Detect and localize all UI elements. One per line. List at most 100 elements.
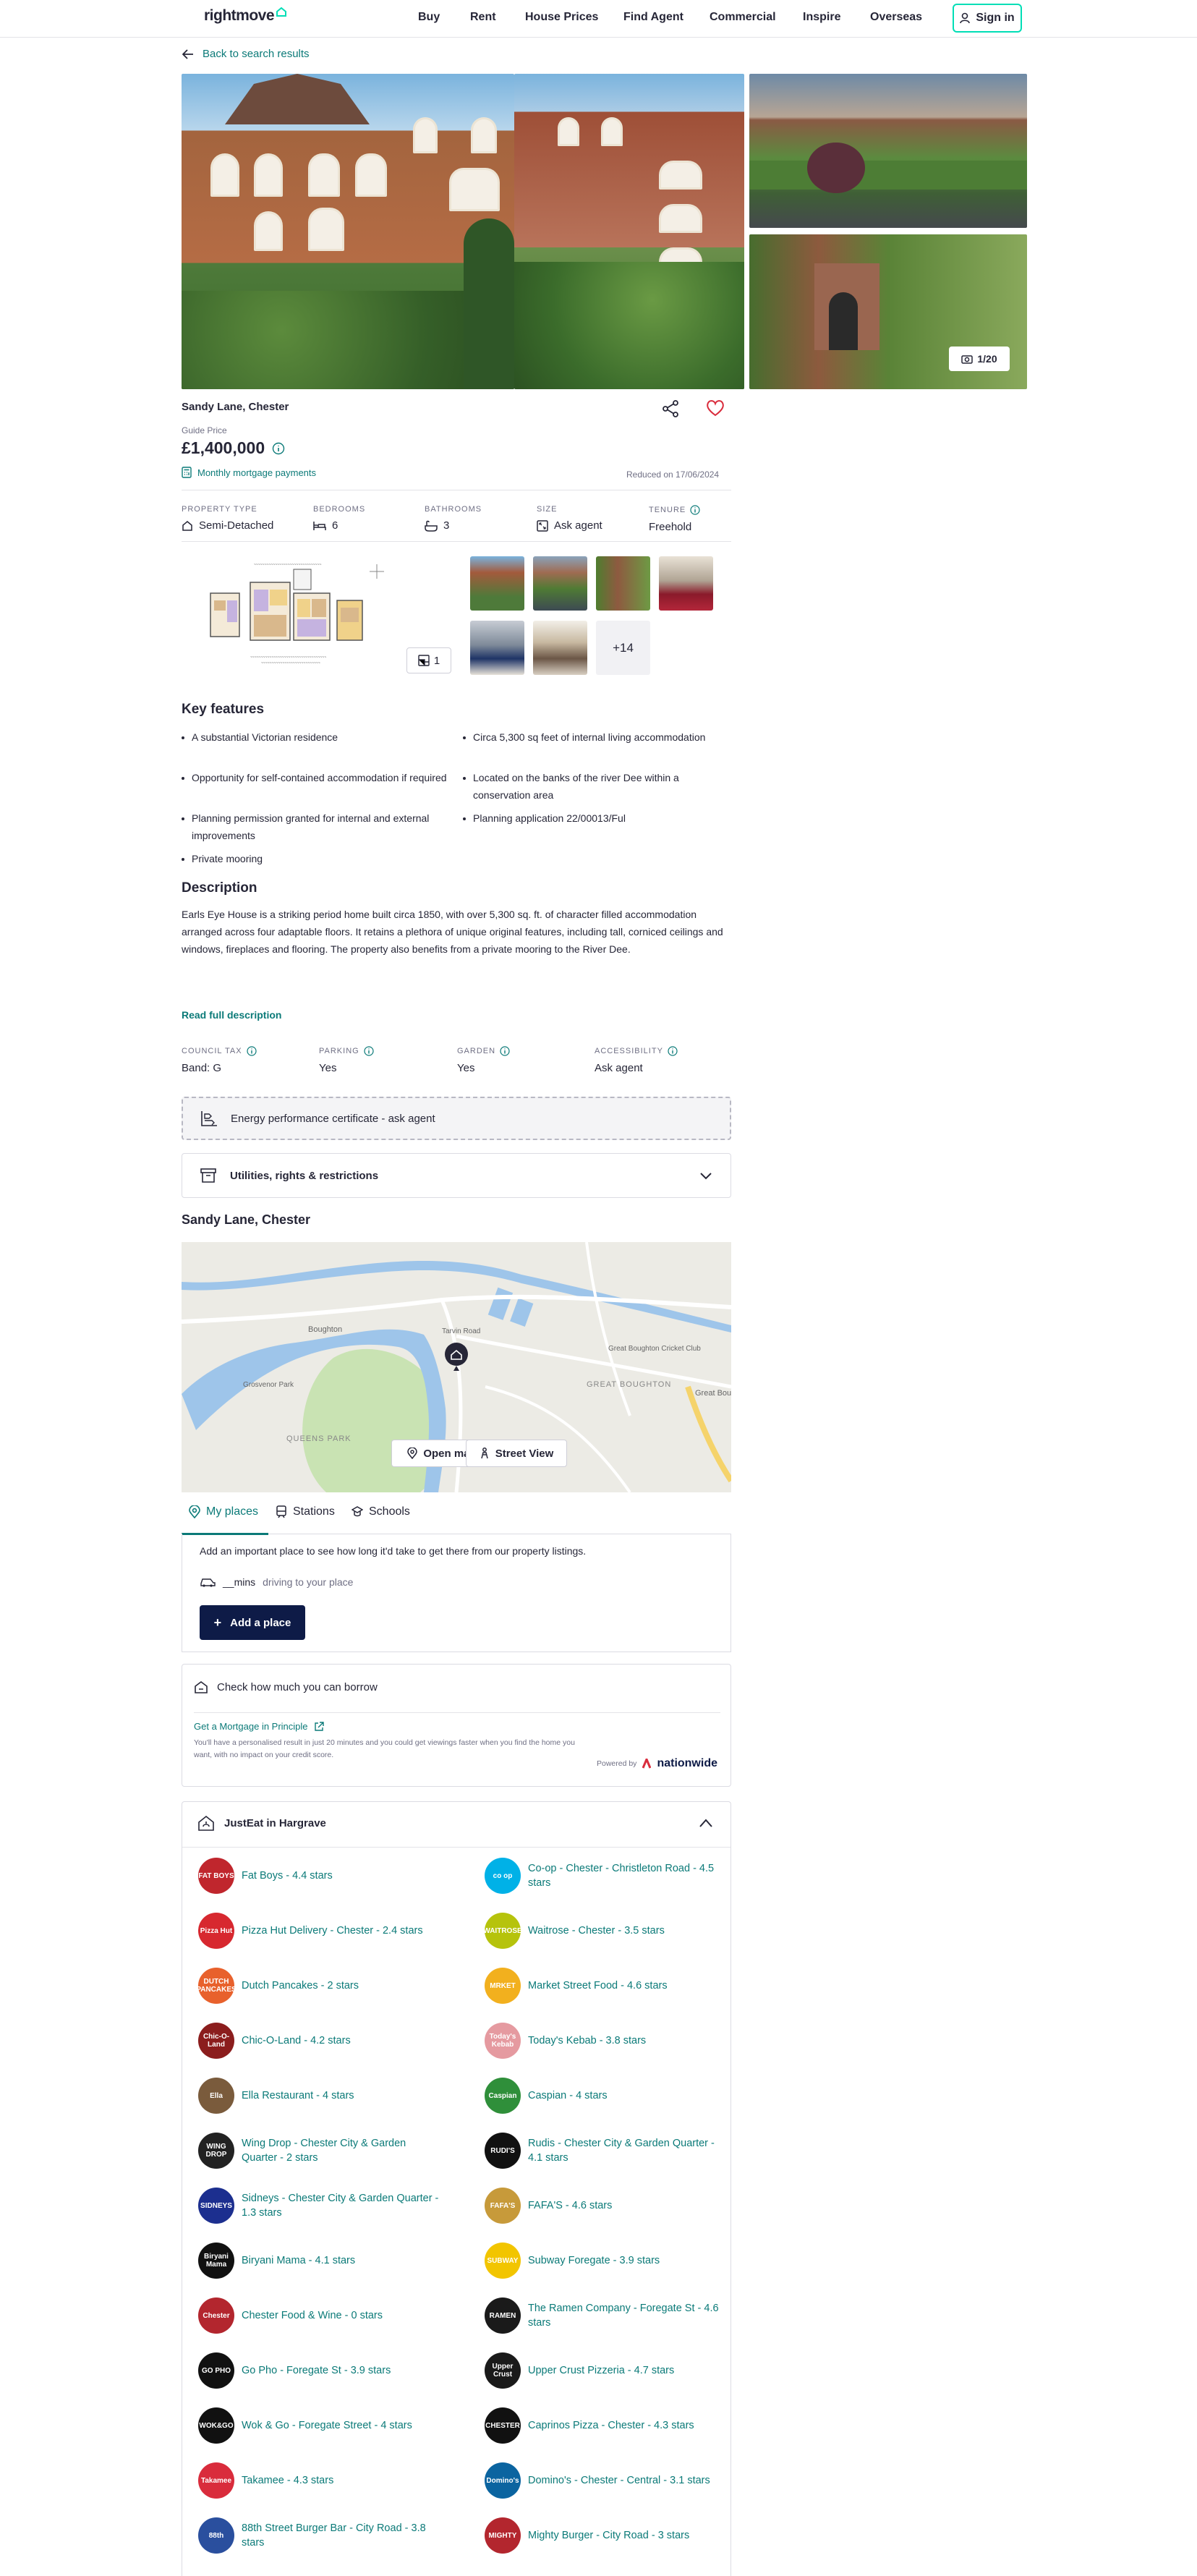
restaurant-item[interactable]: WAITROSE Waitrose - Chester - 3.5 stars: [483, 1913, 730, 1949]
restaurant-item[interactable]: Caspian Caspian - 4 stars: [485, 2078, 730, 2114]
spec-bathrooms: BATHROOMS 3: [425, 505, 482, 532]
nav-commercial[interactable]: Commercial: [710, 11, 776, 24]
restaurant-item[interactable]: FAT BOYS Fat Boys - 4.4 stars: [198, 1858, 444, 1894]
restaurant-item[interactable]: co op Co-op - Chester - Christleton Road …: [485, 1858, 730, 1894]
chevron-down-icon: [700, 1173, 712, 1180]
photo-counter: 1/20: [977, 353, 997, 365]
sign-in-button[interactable]: Sign in: [953, 4, 1022, 33]
restaurant-item[interactable]: GO PHO Go Pho - Foregate St - 3.9 stars: [198, 2352, 444, 2389]
main-photo[interactable]: [182, 74, 514, 389]
parking-info-icon[interactable]: [364, 1046, 374, 1056]
garden-info-icon[interactable]: [500, 1046, 510, 1056]
tab-my-places[interactable]: My places: [189, 1505, 258, 1518]
arrow-left-icon: [182, 48, 193, 59]
price-qualifier: Guide Price: [182, 425, 227, 435]
nav-rent[interactable]: Rent: [470, 11, 496, 24]
save-heart-icon[interactable]: [706, 399, 725, 417]
restaurant-item[interactable]: SUBWAY Subway Foregate - 3.9 stars: [485, 2243, 730, 2279]
restaurant-name: Caprinos Pizza - Chester - 4.3 stars: [528, 2420, 694, 2431]
restaurant-logo-icon: WOK&GO: [198, 2407, 234, 2444]
read-full-description-link[interactable]: Read full description: [182, 1009, 281, 1021]
restaurant-logo-icon: Biryani Mama: [198, 2243, 234, 2279]
thumbnail-photo[interactable]: [533, 621, 587, 675]
tab-stations[interactable]: Stations: [276, 1505, 335, 1518]
restaurant-item[interactable]: Chic-O-Land Chic-O-Land - 4.2 stars: [198, 2023, 444, 2059]
floorplan-count: 1: [433, 654, 440, 667]
accessibility-info-icon[interactable]: [668, 1046, 678, 1056]
chevron-up-icon[interactable]: [699, 1818, 713, 1828]
council-tax-info-icon[interactable]: [246, 1046, 257, 1056]
restaurant-item[interactable]: FAFA'S FAFA'S - 4.6 stars: [485, 2188, 730, 2224]
restaurant-name: Chester Food & Wine - 0 stars: [242, 2310, 383, 2321]
restaurant-logo-icon: Caspian: [485, 2078, 521, 2114]
restaurant-item[interactable]: MRKET Market Street Food - 4.6 stars: [485, 1968, 730, 2004]
more-photos-button[interactable]: +14: [596, 621, 650, 675]
restaurant-item[interactable]: 88th 88th Street Burger Bar - City Road -…: [198, 2517, 444, 2554]
info-value: Ask agent: [595, 1062, 643, 1074]
map-label: Grosvenor Park: [243, 1381, 294, 1389]
thumbnail-photo[interactable]: [470, 621, 524, 675]
restaurant-item[interactable]: Takamee Takamee - 4.3 stars: [198, 2462, 444, 2499]
tenure-info-icon[interactable]: [690, 505, 700, 515]
thumbnail-photo[interactable]: [659, 556, 713, 611]
info-garden: GARDEN Yes: [457, 1046, 510, 1074]
main-photo-right[interactable]: [514, 74, 744, 389]
restaurant-item[interactable]: DUTCH PANCAKES Dutch Pancakes - 2 stars: [196, 1968, 444, 2004]
street-view-button[interactable]: Street View: [466, 1440, 567, 1467]
restaurant-item[interactable]: Biryani Mama Biryani Mama - 4.1 stars: [198, 2243, 444, 2279]
spec-tenure: TENURE Freehold: [649, 505, 700, 533]
key-feature-item: Located on the banks of the river Dee wi…: [463, 769, 723, 804]
restaurant-item[interactable]: Upper Crust Upper Crust Pizzeria - 4.7 st…: [485, 2352, 730, 2389]
add-place-button[interactable]: + Add a place: [200, 1605, 305, 1640]
tab-label: My places: [206, 1505, 259, 1518]
floorplan-image[interactable]: ~~~~~~~~~~~~~~~~~~~~~~~~~~~~~~~~ ~~~~~~~…: [182, 550, 395, 680]
places-prompt: Add an important place to see how long i…: [200, 1545, 587, 1557]
plus-icon: +: [213, 1615, 222, 1630]
restaurant-item[interactable]: MIGHTY Mighty Burger - City Road - 3 star…: [485, 2517, 730, 2554]
nationwide-logo-icon: [642, 1759, 652, 1769]
floorplan-count-badge[interactable]: 1: [406, 647, 451, 673]
restaurant-item[interactable]: Ella Ella Restaurant - 4 stars: [198, 2078, 444, 2114]
restaurant-item[interactable]: Today's Kebab Today's Kebab - 3.8 stars: [485, 2023, 730, 2059]
restaurant-name: FAFA'S - 4.6 stars: [528, 2200, 613, 2211]
rightmove-logo[interactable]: rightmove: [204, 7, 287, 25]
restaurant-name: Fat Boys - 4.4 stars: [242, 1870, 333, 1882]
restaurant-item[interactable]: Pizza Hut Pizza Hut Delivery - Chester - …: [198, 1913, 444, 1949]
restaurant-item[interactable]: Chester Chester Food & Wine - 0 stars: [198, 2297, 444, 2334]
thumbnail-photo[interactable]: [596, 556, 650, 611]
restaurant-logo-icon: WAITROSE: [483, 1913, 522, 1949]
restaurant-item[interactable]: Domino's Domino's - Chester - Central - 3…: [485, 2462, 730, 2499]
tab-schools[interactable]: Schools: [352, 1505, 410, 1518]
nav-inspire[interactable]: Inspire: [803, 11, 840, 24]
restaurant-name: Caspian - 4 stars: [528, 2090, 608, 2101]
back-to-results-link[interactable]: Back to search results: [182, 48, 310, 60]
restaurant-name: 88th Street Burger Bar - City Road - 3.8…: [242, 2522, 426, 2549]
restaurant-item[interactable]: RUDI'S Rudis - Chester City & Garden Quar…: [485, 2133, 730, 2169]
spec-key: PROPERTY TYPE: [182, 505, 257, 514]
price-info-icon[interactable]: [272, 442, 285, 455]
nav-overseas[interactable]: Overseas: [870, 11, 922, 24]
nationwide-logo-text: nationwide: [657, 1757, 717, 1769]
map-pin-icon: [407, 1448, 418, 1459]
share-icon[interactable]: [661, 399, 680, 418]
nav-house-prices[interactable]: House Prices: [525, 11, 598, 24]
restaurant-item[interactable]: WOK&GO Wok & Go - Foregate Street - 4 sta…: [198, 2407, 444, 2444]
restaurant-item[interactable]: RAMEN The Ramen Company - Foregate St - 4…: [485, 2297, 730, 2334]
epc-panel[interactable]: Energy performance certificate - ask age…: [182, 1097, 731, 1140]
thumbnail-photo[interactable]: [533, 556, 587, 611]
garden-photo[interactable]: [749, 74, 1027, 228]
nav-find-agent[interactable]: Find Agent: [623, 11, 683, 24]
thumbnail-photo[interactable]: [470, 556, 524, 611]
restaurant-item[interactable]: SIDNEYS Sidneys - Chester City & Garden Q…: [198, 2188, 444, 2224]
justeat-panel: JustEat in Hargrave FAT BOYS Fat Boys - 4…: [182, 1801, 731, 2576]
restaurant-logo-icon: MIGHTY: [485, 2517, 521, 2554]
street-view-label: Street View: [495, 1447, 554, 1460]
utilities-accordion[interactable]: Utilities, rights & restrictions: [182, 1153, 731, 1198]
restaurant-item[interactable]: CHESTER Caprinos Pizza - Chester - 4.3 st…: [485, 2407, 730, 2444]
restaurant-item[interactable]: WING DROP Wing Drop - Chester City & Gard…: [198, 2133, 444, 2169]
person-icon: [480, 1448, 488, 1459]
mortgage-in-principle-link[interactable]: Get a Mortgage in Principle: [194, 1721, 324, 1732]
nav-buy[interactable]: Buy: [418, 11, 440, 24]
photo-counter-badge[interactable]: 1/20: [949, 347, 1010, 371]
mortgage-payments-link[interactable]: Monthly mortgage payments: [182, 467, 316, 478]
